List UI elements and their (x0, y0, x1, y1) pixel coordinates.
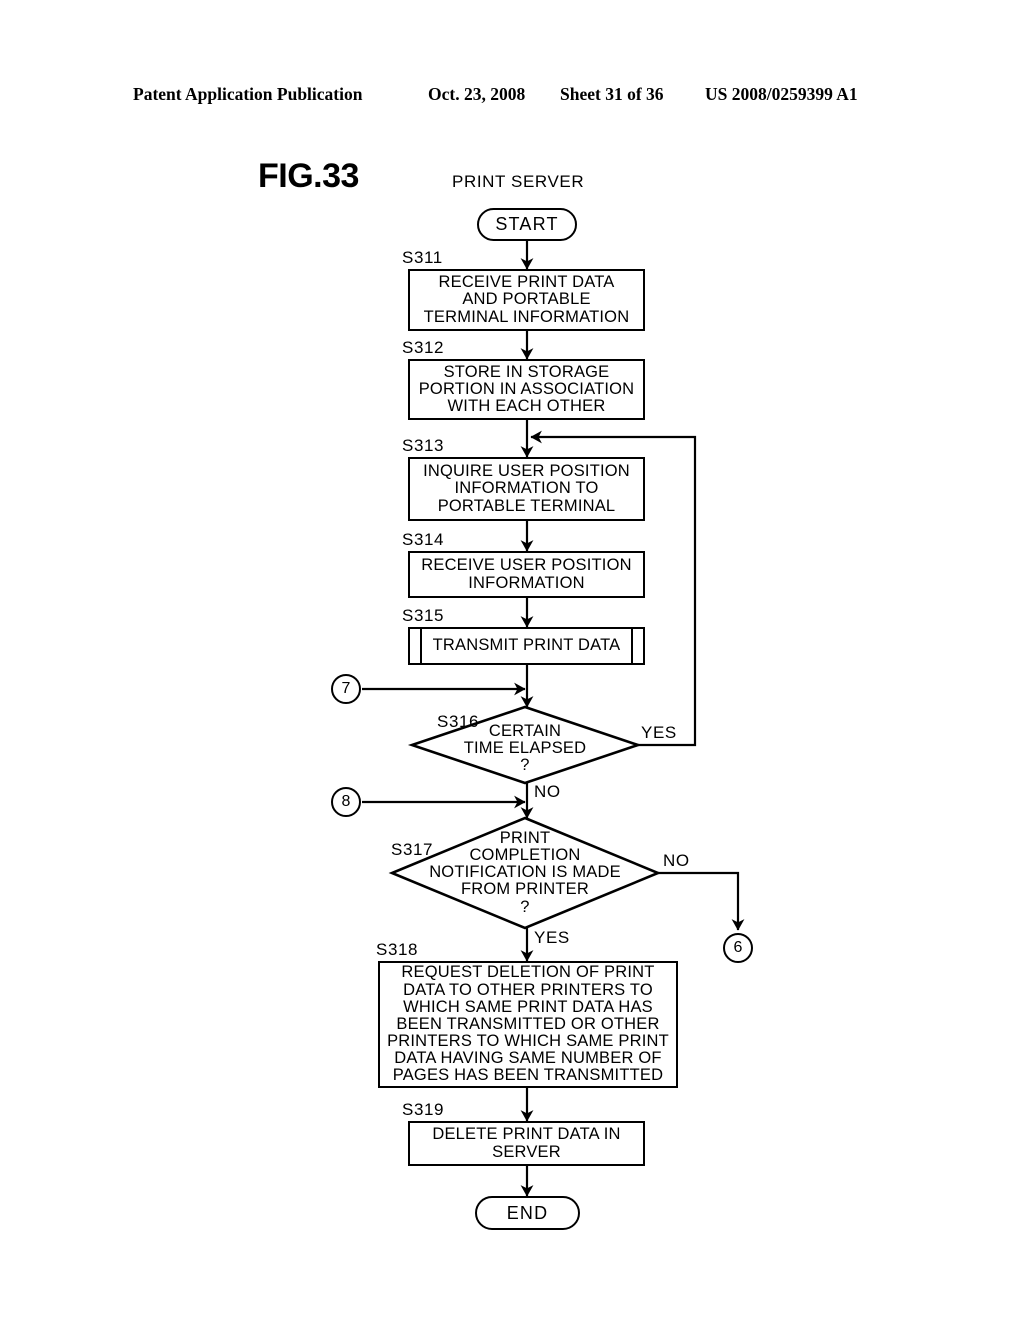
decision-shape-s317 (388, 816, 662, 930)
step-id-s316: S316 (437, 712, 480, 731)
s318-line-2: DATA TO OTHER PRINTERS TO (403, 980, 653, 999)
s313-line-1: INQUIRE USER POSITION (423, 462, 630, 481)
process-box-s311: RECEIVE PRINT DATA AND PORTABLE TERMINAL… (408, 269, 645, 331)
s319-line-1: DELETE PRINT DATA IN (432, 1125, 621, 1144)
step-id-s314: S314 (402, 530, 445, 549)
s319-line-2: SERVER (492, 1142, 561, 1161)
process-box-s313: INQUIRE USER POSITION INFORMATION TO POR… (408, 457, 645, 521)
s318-line-3: WHICH SAME PRINT DATA HAS (403, 997, 653, 1016)
step-id-s312: S312 (402, 338, 445, 357)
s313-line-2: INFORMATION TO (454, 479, 599, 498)
step-id-s319: S319 (402, 1100, 445, 1119)
connector-circle-6: 6 (723, 933, 753, 963)
connector-circle-8: 8 (331, 787, 361, 817)
s318-line-6: DATA HAVING SAME NUMBER OF (394, 1049, 662, 1068)
terminator-start: START (477, 208, 577, 241)
process-box-s314: RECEIVE USER POSITION INFORMATION (408, 551, 645, 598)
s312-line-2: PORTION IN ASSOCIATION (418, 379, 635, 398)
terminator-end: END (475, 1196, 580, 1230)
s315-line-1: TRANSMIT PRINT DATA (432, 636, 621, 655)
step-id-s317: S317 (391, 840, 434, 859)
s314-line-2: INFORMATION (468, 573, 585, 592)
s318-line-5: PRINTERS TO WHICH SAME PRINT (387, 1032, 669, 1051)
predefined-process-box-s315: TRANSMIT PRINT DATA (408, 627, 645, 665)
s318-line-1: REQUEST DELETION OF PRINT (401, 963, 655, 982)
step-id-s315: S315 (402, 606, 445, 625)
branch-label-s316-yes: YES (641, 723, 677, 742)
s311-line-2: AND PORTABLE (462, 290, 591, 309)
process-box-s312: STORE IN STORAGE PORTION IN ASSOCIATION … (408, 359, 645, 420)
process-box-s318: REQUEST DELETION OF PRINT DATA TO OTHER … (378, 961, 678, 1088)
branch-label-s317-no: NO (663, 851, 690, 870)
step-id-s318: S318 (376, 940, 419, 959)
step-id-s313: S313 (402, 436, 445, 455)
branch-label-s317-yes: YES (534, 928, 570, 947)
s318-line-4: BEEN TRANSMITTED OR OTHER (396, 1014, 660, 1033)
connector-circle-7: 7 (331, 674, 361, 704)
s311-line-3: TERMINAL INFORMATION (423, 307, 630, 326)
process-box-s319: DELETE PRINT DATA IN SERVER (408, 1121, 645, 1166)
s314-line-1: RECEIVE USER POSITION (421, 556, 632, 575)
s313-line-3: PORTABLE TERMINAL (437, 496, 616, 515)
s312-line-3: WITH EACH OTHER (447, 397, 606, 416)
s311-line-1: RECEIVE PRINT DATA (438, 273, 615, 292)
branch-label-s316-no: NO (534, 782, 561, 801)
s318-line-7: PAGES HAS BEEN TRANSMITTED (392, 1066, 664, 1085)
step-id-s311: S311 (402, 248, 443, 267)
s312-line-1: STORE IN STORAGE (443, 362, 610, 381)
